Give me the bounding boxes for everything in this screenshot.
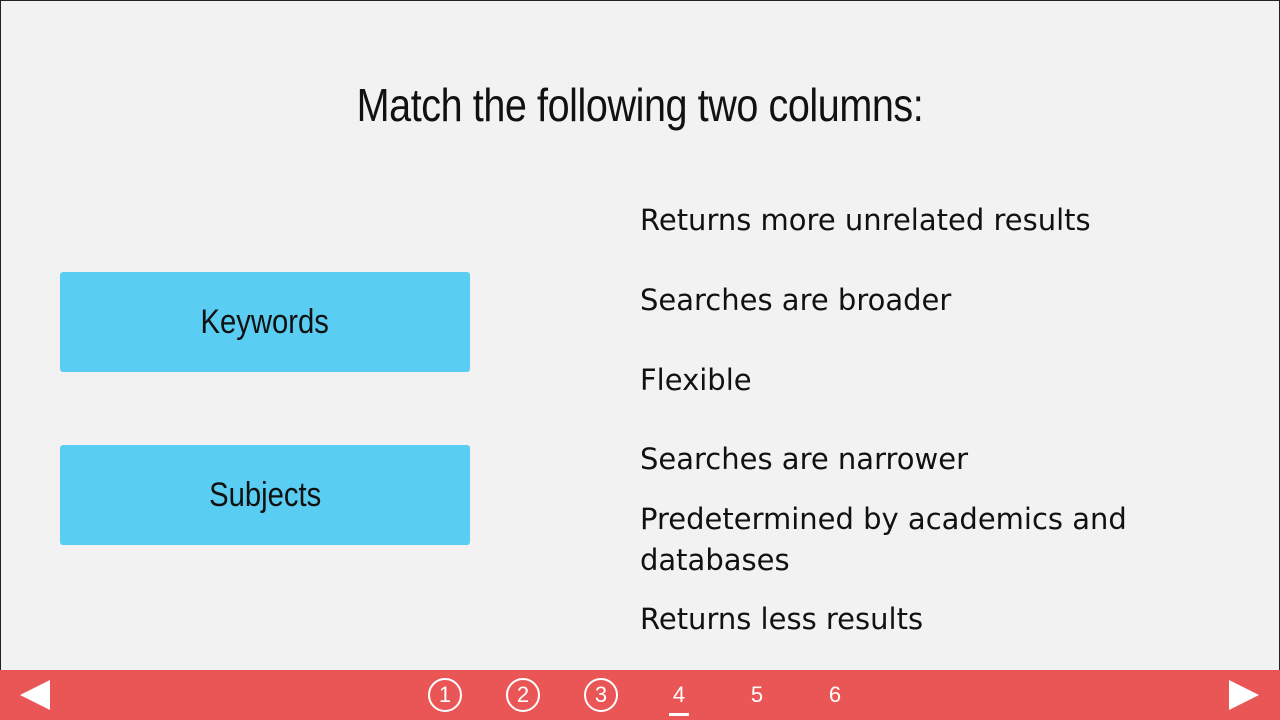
option-searches-narrower[interactable]: Searches are narrower — [640, 439, 1160, 480]
option-returns-more-unrelated[interactable]: Returns more unrelated results — [640, 200, 1160, 241]
previous-arrow-icon[interactable] — [20, 680, 50, 710]
next-arrow-icon[interactable] — [1229, 680, 1259, 710]
page-5-button[interactable]: 5 — [740, 678, 774, 712]
page-2-button[interactable]: 2 — [506, 678, 540, 712]
option-searches-broader[interactable]: Searches are broader — [640, 280, 1160, 321]
page-3-button[interactable]: 3 — [584, 678, 618, 712]
match-box-subjects[interactable]: Subjects — [60, 445, 470, 545]
page-1-button[interactable]: 1 — [428, 678, 462, 712]
match-box-label: Subjects — [208, 475, 322, 514]
option-flexible[interactable]: Flexible — [640, 360, 1160, 401]
match-box-label: Keywords — [200, 302, 330, 341]
navigation-bar: 1 2 3 4 5 6 — [0, 670, 1280, 720]
match-box-keywords[interactable]: Keywords — [60, 272, 470, 372]
page-6-button[interactable]: 6 — [818, 678, 852, 712]
option-predetermined[interactable]: Predetermined by academics and databases — [640, 499, 1160, 581]
option-returns-less[interactable]: Returns less results — [640, 599, 1160, 640]
page-4-button[interactable]: 4 — [662, 678, 696, 716]
question-title: Match the following two columns: — [356, 79, 924, 131]
